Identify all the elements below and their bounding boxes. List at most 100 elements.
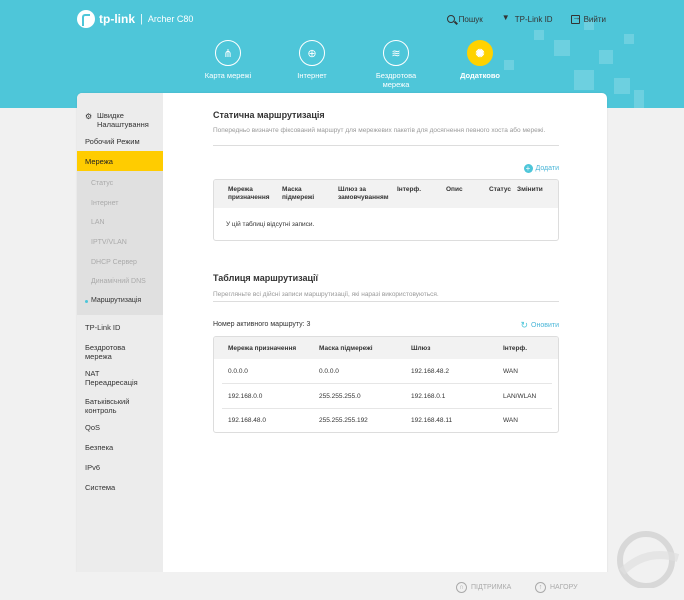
routing-col-mask: Маска підмережі bbox=[319, 345, 373, 352]
table-cell: 255.255.255.192 bbox=[319, 417, 368, 424]
back-to-top-button[interactable]: ↑ НАГОРУ bbox=[535, 582, 578, 593]
nav-advanced-label: Додатково bbox=[460, 71, 500, 80]
sidebar-quick-setup-label: Швидке Налаштування bbox=[97, 111, 149, 129]
sidebar-item-parental[interactable]: Батьківський контроль bbox=[85, 397, 145, 415]
sidebar-item-quick-setup[interactable]: ⚙ Швидке Налаштування bbox=[85, 111, 157, 129]
table-cell: WAN bbox=[503, 368, 518, 375]
search-button[interactable]: Пошук bbox=[446, 14, 483, 24]
nav-advanced[interactable]: ✺ Додатково bbox=[438, 40, 522, 89]
main-nav: ⋔ Карта мережі ⊕ Інтернет ≋ Бездротова м… bbox=[186, 40, 522, 89]
table-cell: 255.255.255.0 bbox=[319, 393, 361, 400]
static-routing-divider bbox=[213, 145, 559, 146]
table-cell: 192.168.48.2 bbox=[411, 368, 449, 375]
sidebar-sub-status[interactable]: Статус bbox=[91, 180, 113, 187]
logout-icon bbox=[570, 13, 581, 24]
nav-network-map[interactable]: ⋔ Карта мережі bbox=[186, 40, 270, 89]
network-map-icon: ⋔ bbox=[215, 40, 241, 66]
routing-table-description: Перегляньте всі дійсні записи маршрутиза… bbox=[213, 291, 439, 298]
routing-table-divider bbox=[213, 301, 559, 302]
routing-table: Мережа призначення Маска підмережі Шлюз … bbox=[213, 336, 559, 433]
active-route-count: Номер активного маршруту: 3 bbox=[213, 321, 311, 328]
sidebar-item-nat[interactable]: NAT Переадресація bbox=[85, 369, 145, 387]
sidebar-item-wireless[interactable]: Бездротова мережа bbox=[85, 343, 145, 361]
static-col-description: Опис bbox=[446, 186, 463, 193]
add-label: Додати bbox=[535, 165, 560, 172]
quick-setup-gear-icon: ⚙ bbox=[85, 112, 93, 121]
sidebar-sub-routing[interactable]: Маршрутизація bbox=[84, 297, 141, 304]
refresh-label: Оновити bbox=[531, 322, 559, 329]
main-card: ⚙ Швидке Налаштування Робочий Режим Мере… bbox=[77, 93, 607, 600]
static-col-interface: Інтерф. bbox=[397, 186, 421, 193]
nav-wireless[interactable]: ≋ Бездротова мережа bbox=[354, 40, 438, 89]
nav-wireless-label: Бездротова мережа bbox=[375, 71, 417, 89]
table-cell: LAN/WLAN bbox=[503, 393, 537, 400]
routing-col-destination: Мережа призначення bbox=[228, 345, 297, 352]
sidebar: ⚙ Швидке Налаштування Робочий Режим Мере… bbox=[77, 93, 163, 600]
arrow-up-icon: ↑ bbox=[535, 582, 546, 593]
row-divider bbox=[222, 408, 552, 409]
sidebar-item-tp-link-id[interactable]: TP-Link ID bbox=[85, 323, 120, 332]
static-col-status: Статус bbox=[489, 186, 511, 193]
add-button[interactable]: + Додати bbox=[523, 164, 560, 173]
sidebar-network-label: Мережа bbox=[85, 157, 113, 166]
footer bbox=[0, 572, 684, 600]
sidebar-item-ipv6[interactable]: IPv6 bbox=[85, 463, 100, 472]
refresh-icon: ↻ bbox=[520, 320, 529, 330]
routing-table-header: Мережа призначення Маска підмережі Шлюз … bbox=[214, 337, 558, 359]
nav-internet[interactable]: ⊕ Інтернет bbox=[270, 40, 354, 89]
table-cell: 0.0.0.0 bbox=[319, 368, 339, 375]
support-label: ПІДТРИМКА bbox=[471, 584, 512, 591]
static-routing-empty-message: У цій таблиці відсутні записи. bbox=[226, 221, 315, 228]
routing-col-interface: Інтерф. bbox=[503, 345, 527, 352]
sidebar-item-network[interactable]: Мережа bbox=[77, 151, 163, 171]
static-col-destination: Мережа призначення bbox=[228, 186, 270, 201]
headset-icon: ∩ bbox=[456, 582, 467, 593]
static-routing-title: Статична маршрутизація bbox=[213, 110, 325, 120]
static-col-modify: Змінити bbox=[517, 186, 543, 193]
table-cell: 192.168.48.11 bbox=[411, 417, 453, 424]
table-cell: WAN bbox=[503, 417, 518, 424]
sidebar-sub-iptv[interactable]: IPTV/VLAN bbox=[91, 239, 127, 246]
sidebar-sub-internet[interactable]: Інтернет bbox=[91, 200, 118, 207]
sidebar-item-qos[interactable]: QoS bbox=[85, 423, 100, 432]
plus-icon: + bbox=[523, 164, 533, 173]
sidebar-sub-dhcp[interactable]: DHCP Сервер bbox=[91, 259, 137, 266]
table-cell: 0.0.0.0 bbox=[228, 368, 248, 375]
table-cell: 192.168.0.1 bbox=[411, 393, 446, 400]
tp-link-id-label: TP-Link ID bbox=[514, 14, 553, 24]
wifi-icon: ≋ bbox=[383, 40, 409, 66]
routing-table-title: Таблиця маршрутизації bbox=[213, 273, 319, 283]
logo-text: tp-link bbox=[99, 12, 135, 26]
sidebar-item-work-mode[interactable]: Робочий Режим bbox=[85, 137, 140, 146]
static-col-mask: Маска підмережі bbox=[282, 186, 315, 201]
nav-network-map-label: Карта мережі bbox=[204, 71, 252, 80]
static-col-gateway: Шлюз за замовчуванням bbox=[338, 186, 389, 201]
cloud-icon bbox=[501, 13, 511, 24]
static-routing-table-header: Мережа призначення Маска підмережі Шлюз … bbox=[214, 180, 558, 208]
tp-link-logo-icon bbox=[77, 10, 95, 28]
sidebar-item-system[interactable]: Система bbox=[85, 483, 115, 492]
search-icon bbox=[446, 15, 455, 23]
sidebar-network-submenu: Статус Інтернет LAN IPTV/VLAN DHCP Серве… bbox=[77, 171, 163, 315]
logout-button[interactable]: Вийти bbox=[570, 13, 606, 24]
logout-label: Вийти bbox=[583, 14, 606, 24]
tp-link-logo[interactable]: tp-link | Archer C80 bbox=[77, 10, 193, 28]
logo-separator: | bbox=[140, 13, 143, 25]
top-actions: Пошук TP-Link ID Вийти bbox=[446, 13, 606, 24]
watermark-logo bbox=[617, 531, 680, 588]
sidebar-item-security[interactable]: Безпека bbox=[85, 443, 113, 452]
back-to-top-label: НАГОРУ bbox=[550, 584, 578, 591]
tp-link-id-button[interactable]: TP-Link ID bbox=[501, 13, 553, 24]
static-routing-description: Попередньо визначте фіксований маршрут д… bbox=[213, 127, 546, 134]
support-button[interactable]: ∩ ПІДТРИМКА bbox=[456, 582, 511, 593]
sidebar-work-mode-label: Робочий Режим bbox=[85, 137, 140, 146]
routing-col-gateway: Шлюз bbox=[411, 345, 431, 352]
sidebar-sub-ddns[interactable]: Динамічний DNS bbox=[91, 278, 146, 285]
nav-internet-label: Інтернет bbox=[297, 71, 327, 80]
refresh-button[interactable]: ↻ Оновити bbox=[521, 320, 560, 331]
row-divider bbox=[222, 383, 552, 384]
search-label: Пошук bbox=[458, 14, 483, 24]
sidebar-sub-lan[interactable]: LAN bbox=[91, 219, 105, 226]
globe-icon: ⊕ bbox=[299, 40, 325, 66]
model-name: Archer C80 bbox=[147, 14, 194, 24]
